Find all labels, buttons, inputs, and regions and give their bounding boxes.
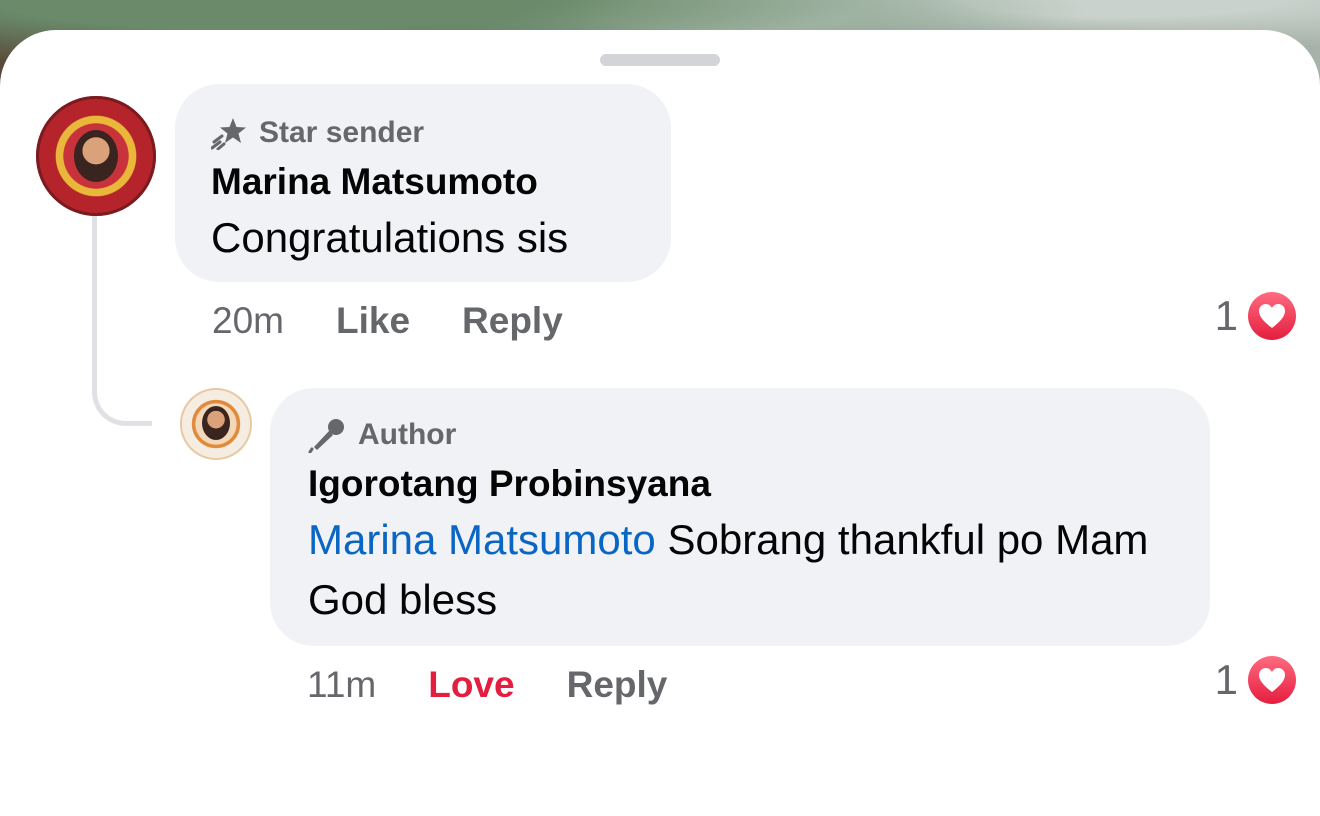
badge-label: Author (358, 418, 457, 451)
commenter-name[interactable]: Igorotang Probinsyana (308, 462, 1174, 506)
comment-actions: 20m Like Reply (212, 296, 615, 346)
avatar-igorotang-probinsyana[interactable] (180, 388, 252, 460)
avatar-marina-matsumoto[interactable] (36, 96, 156, 216)
avatar-face (74, 130, 118, 182)
love-button[interactable]: Love (428, 664, 514, 706)
reaction-count: 1 (1214, 292, 1238, 339)
comment-text: Congratulations sis (211, 214, 569, 261)
sheet-grabber[interactable] (600, 54, 720, 66)
reaction-count: 1 (1214, 656, 1238, 703)
reply-button[interactable]: Reply (462, 300, 563, 342)
comment-bubble[interactable]: Star sender Marina Matsumoto Congratulat… (175, 84, 671, 282)
mention-link[interactable]: Marina Matsumoto (308, 516, 656, 563)
reply-text: Marina Matsumoto Sobrang thankful po Mam… (308, 510, 1174, 630)
reply-actions: 11m Love Reply (307, 660, 719, 710)
commenter-name[interactable]: Marina Matsumoto (211, 160, 635, 204)
star-sender-icon (211, 116, 247, 150)
reply-thread-line (92, 212, 152, 426)
heart-icon (1248, 292, 1296, 340)
microphone-icon (308, 417, 346, 453)
author-badge: Author (308, 416, 1174, 454)
reaction-summary[interactable]: 1 (1215, 656, 1296, 704)
star-sender-badge: Star sender (211, 114, 635, 152)
comment-time: 20m (212, 300, 284, 341)
heart-icon (1248, 656, 1296, 704)
reaction-summary[interactable]: 1 (1215, 292, 1296, 340)
like-button[interactable]: Like (336, 300, 410, 342)
avatar-face (202, 406, 230, 440)
badge-label: Star sender (259, 116, 425, 149)
reply-time: 11m (307, 664, 377, 705)
reply-button[interactable]: Reply (567, 664, 668, 706)
reply-bubble[interactable]: Author Igorotang Probinsyana Marina Mats… (270, 388, 1210, 646)
